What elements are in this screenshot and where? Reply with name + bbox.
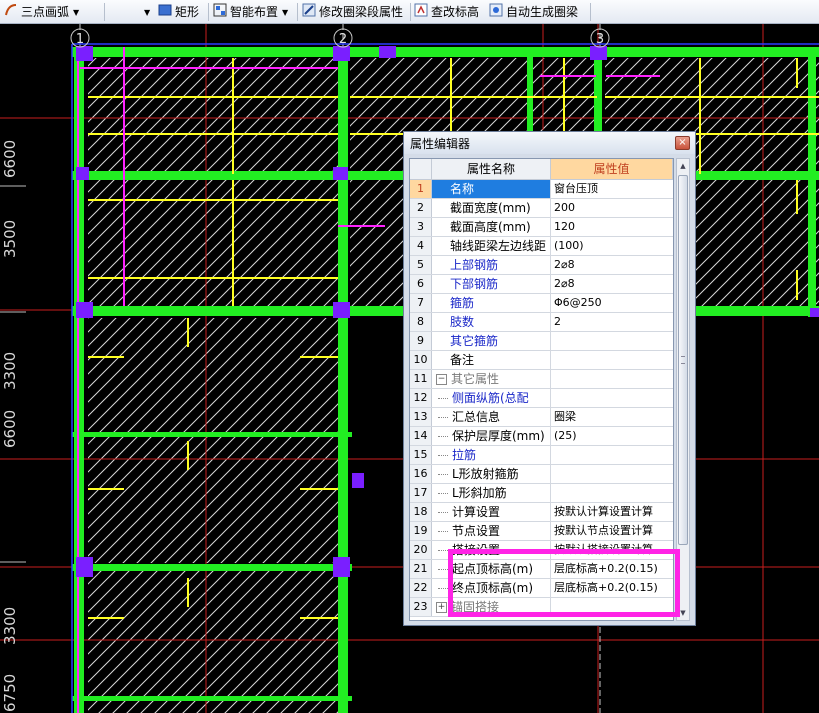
- shape-dropdown[interactable]: ▼: [140, 3, 150, 21]
- property-row-13[interactable]: 13 汇总信息 圈梁: [410, 408, 673, 427]
- smart-layout-label: 智能布置: [230, 5, 279, 19]
- auto-generate-icon: [489, 3, 503, 22]
- arc-icon: [4, 3, 18, 22]
- scroll-up-arrow-icon[interactable]: ▲: [677, 159, 689, 173]
- svg-text:3300: 3300: [1, 352, 19, 390]
- property-row-8[interactable]: 8 肢数 2: [410, 313, 673, 332]
- property-row-2[interactable]: 2 截面宽度(mm) 200: [410, 199, 673, 218]
- modify-beam-props-button[interactable]: 修改圈梁段属性: [302, 3, 403, 21]
- collapse-icon[interactable]: −: [436, 374, 447, 385]
- group-label-other-properties: 其它属性: [451, 372, 500, 386]
- tree-connector: [438, 474, 448, 475]
- column-header-name: 属性名称: [432, 159, 551, 180]
- dimension-labels: 6600 3500 3300 6600 3300 6750: [1, 140, 19, 712]
- svg-text:3: 3: [596, 32, 604, 47]
- arc-tool-label: 三点画弧: [21, 5, 70, 19]
- dropdown-arrow-icon: ▼: [144, 7, 151, 17]
- tree-connector: [438, 436, 448, 437]
- svg-text:3500: 3500: [1, 220, 19, 258]
- rectangle-tool-button[interactable]: 矩形: [158, 3, 199, 21]
- tree-connector: [438, 569, 448, 570]
- property-row-9[interactable]: 9 其它箍筋: [410, 332, 673, 351]
- property-row-19[interactable]: 19 节点设置 按默认节点设置计算: [410, 522, 673, 541]
- tree-connector: [438, 512, 448, 513]
- svg-text:6600: 6600: [1, 410, 19, 448]
- dropdown-arrow-icon[interactable]: ▼: [282, 8, 288, 17]
- tree-connector: [438, 455, 448, 456]
- tree-connector: [438, 588, 448, 589]
- tree-connector: [438, 417, 448, 418]
- smart-layout-icon: [213, 3, 227, 22]
- expand-icon[interactable]: +: [436, 602, 447, 613]
- svg-text:6750: 6750: [1, 674, 19, 712]
- rectangle-tool-label: 矩形: [175, 5, 200, 19]
- toolbar-separator: [590, 3, 591, 21]
- property-row-18[interactable]: 18 计算设置 按默认计算设置计算: [410, 503, 673, 522]
- close-icon: ×: [678, 137, 687, 148]
- highlight-annotation-box: [448, 549, 680, 617]
- property-editor-titlebar[interactable]: 属性编辑器 ×: [404, 132, 695, 154]
- tree-connector: [438, 531, 448, 532]
- edit-elevation-button[interactable]: 查改标高: [414, 3, 479, 21]
- scrollbar-thumb[interactable]: [678, 175, 688, 545]
- property-row-17[interactable]: 17 L形斜加筋: [410, 484, 673, 503]
- property-row-1[interactable]: 1 名称 窗台压顶: [410, 180, 673, 199]
- edit-elevation-label: 查改标高: [431, 5, 480, 19]
- svg-text:3300: 3300: [1, 607, 19, 645]
- tree-connector: [438, 493, 448, 494]
- auto-generate-ringbeam-label: 自动生成圈梁: [506, 5, 579, 19]
- property-row-11[interactable]: 11 − 其它属性: [410, 370, 673, 389]
- toolbar: 三点画弧 ▼ ▼ 矩形 智能布置 ▼ 修改圈梁段属性 查改标高 自动生成圈梁: [0, 0, 819, 24]
- dropdown-arrow-icon[interactable]: ▼: [73, 8, 79, 17]
- toolbar-separator: [208, 3, 209, 21]
- property-row-6[interactable]: 6 下部钢筋 2⌀8: [410, 275, 673, 294]
- tree-connector: [438, 550, 448, 551]
- property-row-5[interactable]: 5 上部钢筋 2⌀8: [410, 256, 673, 275]
- smart-layout-button[interactable]: 智能布置 ▼: [213, 3, 288, 21]
- row-number-header: [410, 159, 432, 180]
- property-row-3[interactable]: 3 截面高度(mm) 120: [410, 218, 673, 237]
- modify-properties-icon: [302, 3, 316, 22]
- toolbar-separator: [410, 3, 411, 21]
- toolbar-separator: [297, 3, 298, 21]
- property-row-16[interactable]: 16 L形放射箍筋: [410, 465, 673, 484]
- arc-tool-button[interactable]: 三点画弧 ▼: [4, 3, 79, 21]
- property-row-4[interactable]: 4 轴线距梁左边线距 (100): [410, 237, 673, 256]
- close-button[interactable]: ×: [675, 136, 690, 150]
- svg-text:1: 1: [76, 32, 84, 47]
- auto-generate-ringbeam-button[interactable]: 自动生成圈梁: [489, 3, 578, 21]
- property-editor-title: 属性编辑器: [410, 137, 471, 151]
- rectangle-icon: [158, 3, 172, 22]
- property-row-7[interactable]: 7 箍筋 Φ6@250: [410, 294, 673, 313]
- property-row-10[interactable]: 10 备注: [410, 351, 673, 370]
- tree-connector: [438, 398, 448, 399]
- property-row-14[interactable]: 14 保护层厚度(mm) (25): [410, 427, 673, 446]
- svg-text:6600: 6600: [1, 140, 19, 178]
- property-row-12[interactable]: 12 侧面纵筋(总配: [410, 389, 673, 408]
- svg-text:2: 2: [339, 32, 347, 47]
- scroll-grip-icon: [681, 356, 685, 364]
- elevation-icon: [414, 3, 428, 22]
- modify-beam-props-label: 修改圈梁段属性: [319, 5, 404, 19]
- toolbar-separator: [104, 3, 105, 21]
- property-row-15[interactable]: 15 拉筋: [410, 446, 673, 465]
- column-header-value: 属性值: [551, 159, 673, 180]
